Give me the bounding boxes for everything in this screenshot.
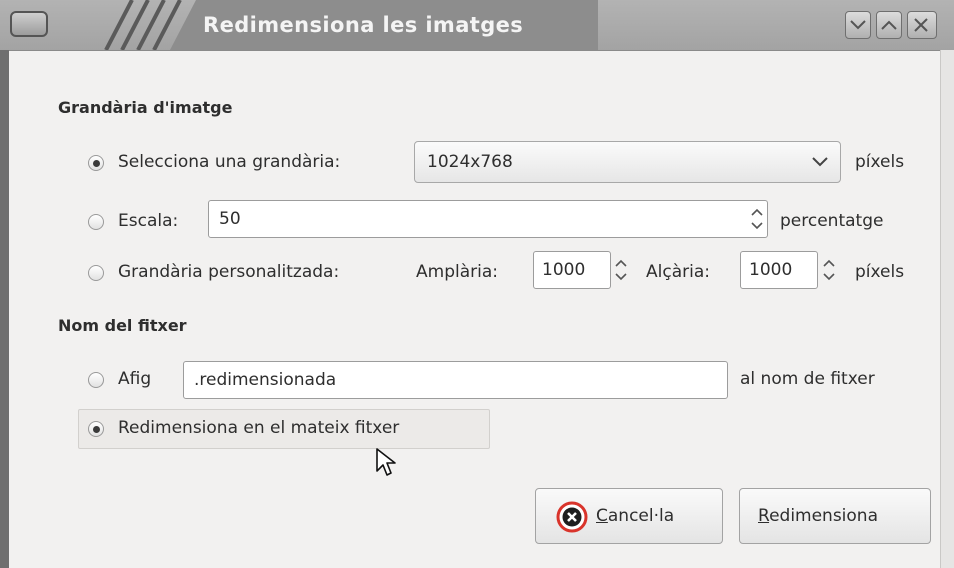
custom-size-radio[interactable] [88,265,104,281]
same-file-label[interactable]: Redimensiona en el mateix fitxer [118,418,399,438]
width-input[interactable]: 1000 [533,251,611,289]
title-bar[interactable]: Redimensiona les imatges [0,0,954,51]
same-file-radio[interactable] [88,421,104,437]
height-input[interactable]: 1000 [740,251,818,289]
height-spinner[interactable] [818,251,840,289]
scale-input[interactable]: 50 [208,200,768,238]
custom-size-label[interactable]: Grandària personalitzada: [118,262,339,282]
scale-label[interactable]: Escala: [118,211,178,231]
height-label: Alçària: [646,262,710,282]
size-combobox[interactable]: 1024x768 [414,141,841,183]
mouse-pointer-icon [376,448,396,476]
resize-button-label: Redimensiona [758,506,879,526]
size-combobox-value: 1024x768 [427,152,513,172]
close-icon [914,18,928,32]
select-size-label[interactable]: Selecciona una grandària: [118,152,340,172]
image-size-heading: Grandària d'imatge [58,98,233,117]
window-title: Redimensiona les imatges [203,13,524,37]
cancel-button-label: Cancel·la [596,506,675,526]
append-radio[interactable] [88,372,104,388]
minimize-button[interactable] [845,11,871,39]
close-button[interactable] [907,11,937,39]
suffix-input[interactable]: .redimensionada [183,361,728,399]
maximize-button[interactable] [876,11,902,39]
chevron-down-icon [812,157,828,167]
scale-unit: percentatge [780,211,884,231]
resize-button[interactable]: Redimensiona [739,488,931,544]
width-label: Amplària: [416,262,498,282]
window-border-right [940,50,954,568]
spin-arrows-icon [615,259,627,281]
scale-spinner[interactable] [746,200,768,238]
window-border-left [0,50,9,568]
append-suffix-label: al nom de fitxer [740,369,875,389]
custom-size-unit: píxels [855,262,905,282]
spin-arrows-icon [751,208,763,230]
cancel-button[interactable]: Cancel·la [535,488,723,544]
chevron-down-icon [850,20,866,30]
scale-radio[interactable] [88,214,104,230]
select-size-unit: píxels [855,152,905,172]
window-menu-button[interactable] [10,11,48,37]
append-label[interactable]: Afig [118,369,151,389]
spin-arrows-icon [823,259,835,281]
width-spinner[interactable] [610,251,632,289]
select-size-radio[interactable] [88,155,104,171]
chevron-up-icon [881,20,897,30]
cancel-icon [556,501,588,533]
file-name-heading: Nom del fitxer [58,316,187,335]
